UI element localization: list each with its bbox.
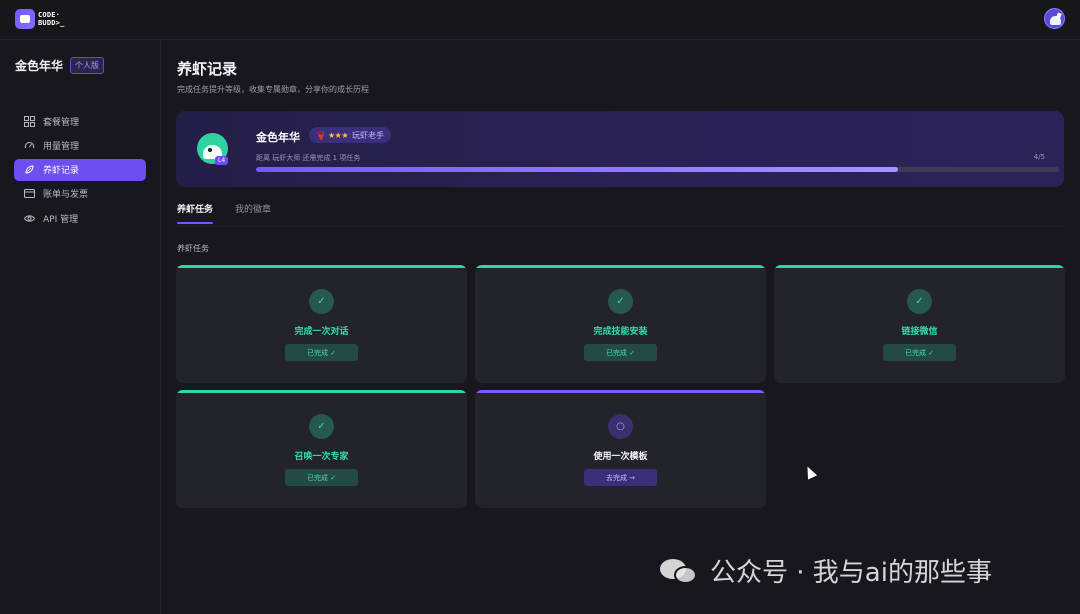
sidebar-item-billing[interactable]: 账单与发票: [14, 183, 146, 205]
section-label: 养虾任务: [177, 244, 209, 253]
shrimp-icon: [24, 164, 35, 175]
card-top-line: [475, 390, 766, 393]
watermark: 公众号 · 我与ai的那些事: [658, 552, 992, 589]
page-title: 养虾记录: [177, 60, 238, 78]
invoice-icon: [24, 188, 35, 199]
task-name: 完成技能安装: [593, 327, 648, 337]
task-name: 召唤一次专家: [294, 452, 349, 462]
sidebar: 金色年华 个人版 套餐管理 用量管理 养虾记录 账单与发票 API 管理: [0, 40, 161, 614]
sidebar-nav: 套餐管理 用量管理 养虾记录 账单与发票 API 管理: [14, 110, 146, 231]
gauge-icon: [24, 140, 35, 151]
main-content: 养虾记录 完成任务提升等级，收集专属勋章，分享你的成长历程 L4 金色年华 🦞 …: [161, 40, 1080, 614]
title-label: 玩虾老手: [351, 130, 384, 140]
sidebar-item-label: 套餐管理: [43, 117, 80, 128]
sidebar-item-label: 账单与发票: [43, 190, 89, 201]
level-progress-fill: [256, 167, 899, 172]
task-status-badge: 已完成 ✓: [883, 344, 956, 361]
task-name: 完成一次对话: [294, 327, 349, 337]
circle-icon: ○: [608, 414, 633, 439]
next-level-text: 距离 玩虾大师 还需完成 1 项任务: [256, 154, 361, 162]
sidebar-item-api[interactable]: API 管理: [14, 207, 146, 229]
progress-count: 4/5: [1033, 153, 1045, 161]
task-status-badge: 已完成 ✓: [584, 344, 657, 361]
check-icon: ✓: [907, 289, 932, 314]
card-top-line: [176, 390, 467, 393]
task-card: ✓ 完成技能安装 已完成 ✓: [475, 265, 766, 383]
go-complete-button[interactable]: 去完成 →: [584, 469, 657, 486]
logo-line-2: BUDD>_: [38, 19, 65, 27]
logo-icon: [15, 9, 35, 29]
plan-badge: 个人版: [70, 57, 105, 74]
task-name: 使用一次模板: [593, 452, 648, 462]
lobster-icon: 🦞: [316, 130, 326, 140]
sidebar-item-shrimp-records[interactable]: 养虾记录: [14, 158, 146, 181]
grid-icon: [24, 115, 35, 127]
logo-line-1: CODE·: [38, 11, 61, 19]
task-card: ○ 使用一次模板 去完成 →: [475, 390, 766, 508]
card-top-line: [475, 265, 766, 268]
user-avatar[interactable]: [1044, 8, 1065, 29]
card-top-line: [176, 265, 467, 268]
tabs: 养虾任务 我的徽章: [177, 202, 271, 224]
sidebar-user: 金色年华 个人版: [15, 57, 105, 74]
task-status-badge: 已完成 ✓: [285, 469, 358, 486]
sidebar-item-package[interactable]: 套餐管理: [14, 110, 146, 132]
sidebar-item-label: 用量管理: [43, 141, 80, 152]
sidebar-item-label: 养虾记录: [43, 166, 80, 177]
check-icon: ✓: [608, 289, 633, 314]
profile-card: L4 金色年华 🦞 ★★★ 玩虾老手 距离 玩虾大师 还需完成 1 项任务 4/…: [176, 111, 1064, 187]
task-name: 链接微信: [901, 327, 938, 337]
card-top-line: [774, 265, 1065, 268]
title-badge: 🦞 ★★★ 玩虾老手: [309, 127, 391, 143]
tab-shrimp-tasks[interactable]: 养虾任务: [177, 202, 214, 224]
sidebar-user-name: 金色年华: [15, 59, 64, 73]
star-icons: ★★★: [327, 130, 349, 140]
sidebar-item-label: API 管理: [43, 214, 79, 225]
sidebar-item-usage[interactable]: 用量管理: [14, 134, 146, 156]
tabs-divider: [177, 226, 1065, 227]
check-icon: ✓: [309, 414, 334, 439]
task-card: ✓ 链接微信 已完成 ✓: [774, 265, 1065, 383]
top-bar: CODE· BUDD>_: [0, 0, 1080, 40]
level-badge: L4: [215, 156, 229, 165]
task-status-badge: 已完成 ✓: [285, 344, 358, 361]
task-card: ✓ 完成一次对话 已完成 ✓: [176, 265, 467, 383]
profile-name: 金色年华: [256, 131, 300, 144]
check-icon: ✓: [309, 289, 334, 314]
wechat-icon: [658, 553, 702, 589]
eye-icon: [24, 213, 35, 224]
task-card: ✓ 召唤一次专家 已完成 ✓: [176, 390, 467, 508]
tab-my-badges[interactable]: 我的徽章: [235, 202, 271, 224]
page-subtitle: 完成任务提升等级，收集专属勋章，分享你的成长历程: [177, 85, 369, 94]
level-progress-bar: [256, 167, 1059, 172]
watermark-text: 公众号 · 我与ai的那些事: [710, 558, 992, 588]
codebuddy-logo[interactable]: CODE· BUDD>_: [15, 9, 65, 29]
logo-text: CODE· BUDD>_: [38, 11, 65, 27]
